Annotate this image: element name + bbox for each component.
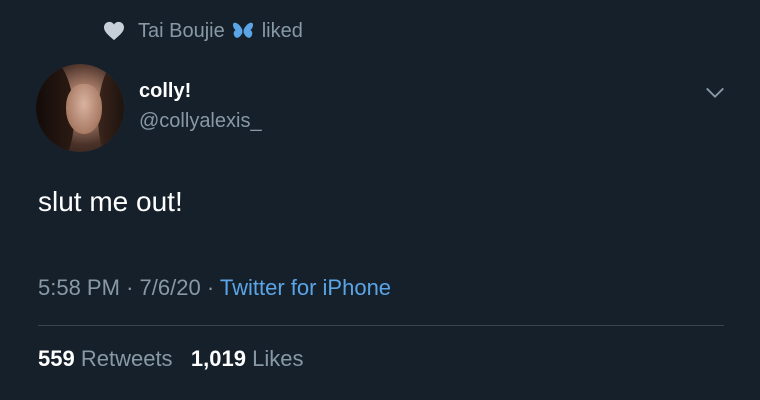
chevron-down-icon[interactable] xyxy=(704,82,726,104)
liked-label: liked xyxy=(261,19,303,42)
author-display-name[interactable]: colly! xyxy=(139,80,191,103)
social-context: Tai Boujie liked xyxy=(103,16,303,46)
meta-separator: · xyxy=(206,275,215,300)
tweet-text: slut me out! xyxy=(38,186,183,217)
author-handle[interactable]: @collyalexis_ xyxy=(139,110,262,133)
tweet-source[interactable]: Twitter for iPhone xyxy=(220,275,391,300)
likes-label: Likes xyxy=(252,346,304,371)
retweets-label: Retweets xyxy=(80,346,173,371)
retweets-stat[interactable]: 559 Retweets xyxy=(38,346,179,371)
tweet-stats: 559 Retweets 1,019 Likes xyxy=(38,346,303,372)
retweets-count: 559 xyxy=(38,346,75,371)
tweet-time[interactable]: 5:58 PM xyxy=(38,275,120,300)
heart-icon xyxy=(104,21,124,41)
meta-separator: · xyxy=(126,275,134,300)
tweet-date[interactable]: 7/6/20 xyxy=(140,275,201,300)
tweet-meta: 5:58 PM · 7/6/20 · Twitter for iPhone xyxy=(38,275,391,301)
liker-name[interactable]: Tai Boujie xyxy=(138,20,225,43)
butterfly-icon xyxy=(232,22,253,38)
likes-stat[interactable]: 1,019 Likes xyxy=(191,346,304,371)
avatar[interactable] xyxy=(36,64,124,152)
likes-count: 1,019 xyxy=(190,346,246,371)
divider xyxy=(38,325,724,326)
